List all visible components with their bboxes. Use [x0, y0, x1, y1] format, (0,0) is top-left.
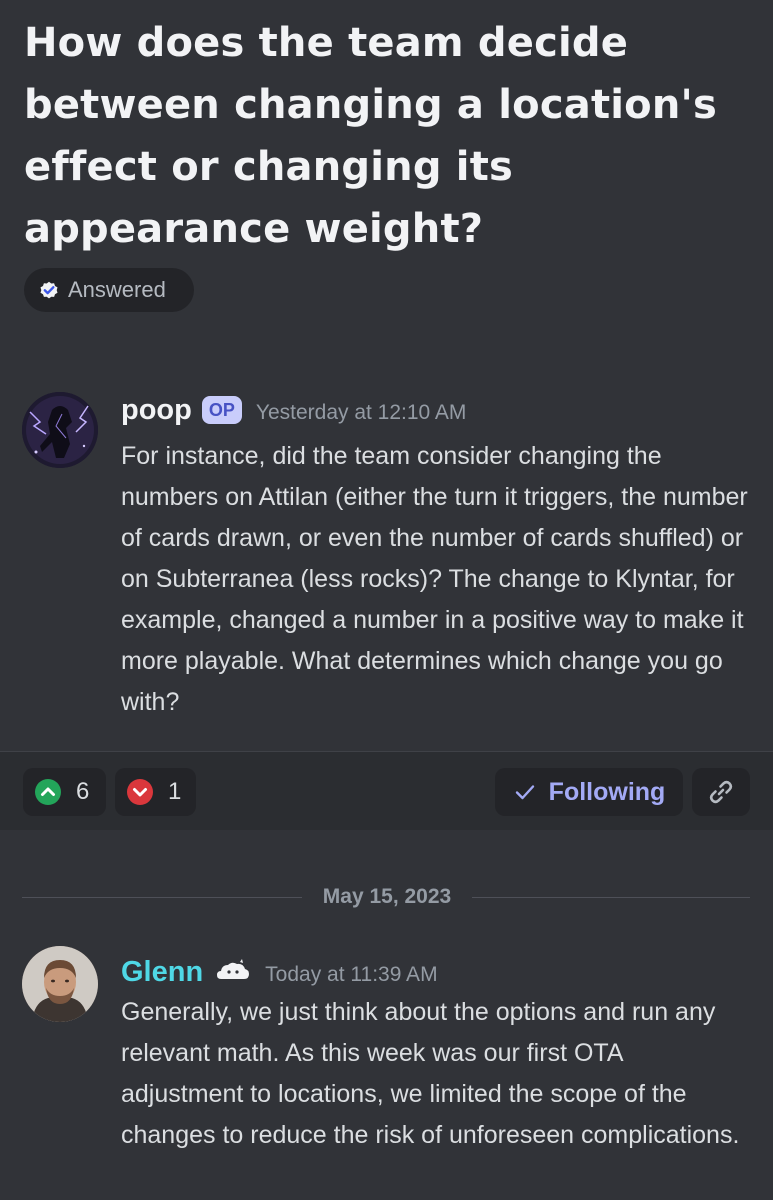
separator-line-right	[472, 897, 750, 898]
date-separator: May 15, 2023	[22, 882, 750, 912]
op-badge: OP	[201, 396, 242, 424]
author-name[interactable]: poop	[121, 394, 192, 427]
message-body: For instance, did the team consider chan…	[121, 442, 748, 716]
chevron-up-icon	[34, 778, 62, 806]
thread-title: How does the team decide between changin…	[24, 20, 717, 252]
message-header: poop OP Yesterday at 12:10 AM	[121, 394, 466, 427]
copy-link-button[interactable]	[692, 768, 750, 816]
date-separator-label: May 15, 2023	[322, 885, 452, 908]
following-label: Following	[548, 777, 666, 806]
upvote-button[interactable]: 6	[23, 768, 106, 816]
cloud-tag-icon	[215, 959, 251, 983]
message-header: Glenn Today at 11:39 AM	[121, 956, 438, 989]
separator-line-left	[22, 897, 302, 898]
message-body: Generally, we just think about the optio…	[121, 998, 740, 1149]
answered-tag[interactable]: Answered	[24, 268, 194, 312]
avatar[interactable]	[22, 392, 98, 468]
checkmark-icon	[513, 780, 537, 804]
upvote-count: 6	[76, 778, 90, 805]
message-timestamp: Today at 11:39 AM	[265, 963, 438, 986]
downvote-button[interactable]: 1	[115, 768, 196, 816]
downvote-count: 1	[168, 778, 182, 805]
author-name[interactable]: Glenn	[121, 956, 203, 989]
link-icon	[707, 778, 735, 806]
forum-thread-view: How does the team decide between changin…	[0, 0, 773, 1200]
chevron-down-icon	[126, 778, 154, 806]
reaction-bar: 6 1 Following	[0, 752, 773, 830]
following-button[interactable]: Following	[495, 768, 683, 816]
answered-check-icon	[38, 279, 60, 301]
status-label: Answered	[68, 277, 166, 302]
avatar[interactable]	[22, 946, 98, 1022]
message-timestamp: Yesterday at 12:10 AM	[255, 401, 467, 424]
